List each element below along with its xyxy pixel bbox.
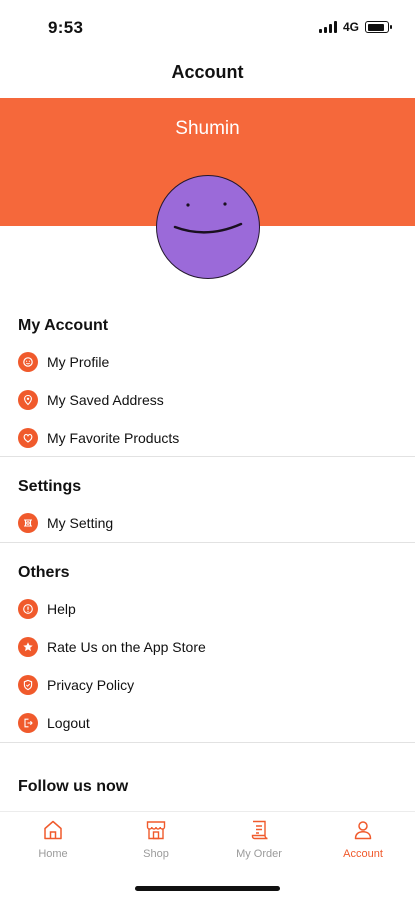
- menu-item-help[interactable]: Help: [18, 594, 398, 624]
- home-icon: [44, 820, 62, 840]
- settings-icon: [18, 513, 38, 533]
- menu-item-label: Help: [47, 601, 76, 617]
- section-title-follow-us: Follow us now: [18, 778, 129, 795]
- tab-label: Account: [343, 848, 383, 860]
- bottom-tab-bar: Home Shop My Order Account: [0, 811, 415, 900]
- logout-icon: [18, 713, 38, 733]
- account-icon: [354, 821, 372, 840]
- section-title-settings: Settings: [18, 478, 82, 495]
- menu-item-label: My Profile: [47, 354, 110, 370]
- menu-item-label: My Saved Address: [47, 392, 164, 408]
- help-icon: [18, 599, 38, 619]
- tab-label: My Order: [236, 848, 282, 860]
- location-pin-icon: [18, 390, 38, 410]
- smiley-face-icon: [173, 202, 243, 234]
- profile-icon: [18, 352, 38, 372]
- tab-shop[interactable]: Shop: [111, 818, 201, 860]
- menu-item-label: My Favorite Products: [47, 430, 180, 446]
- signal-icon: [318, 21, 337, 33]
- star-icon: [18, 637, 38, 657]
- tab-my-order[interactable]: My Order: [214, 818, 304, 860]
- tab-account[interactable]: Account: [318, 818, 408, 860]
- page-title: Account: [171, 62, 244, 82]
- menu-item-label: Logout: [47, 715, 90, 731]
- menu-item-logout[interactable]: Logout: [18, 708, 398, 738]
- status-time: 9:53: [48, 18, 84, 37]
- shop-icon: [146, 821, 166, 840]
- battery-icon: [365, 21, 392, 33]
- user-name: Shumin: [175, 118, 240, 139]
- menu-item-my-setting[interactable]: My Setting: [18, 508, 398, 538]
- avatar[interactable]: [156, 175, 260, 279]
- section-title-my-account: My Account: [18, 317, 109, 334]
- menu-item-favorite-products[interactable]: My Favorite Products: [18, 423, 398, 453]
- tab-home[interactable]: Home: [8, 818, 98, 860]
- menu-item-privacy-policy[interactable]: Privacy Policy: [18, 670, 398, 700]
- menu-item-label: Privacy Policy: [47, 677, 135, 693]
- battery-level: [367, 23, 384, 31]
- home-indicator[interactable]: [135, 886, 280, 891]
- heart-icon: [18, 428, 38, 448]
- menu-item-my-profile[interactable]: My Profile: [18, 347, 398, 377]
- tab-label: Shop: [143, 848, 169, 860]
- network-type: 4G: [342, 20, 359, 34]
- status-indicators: 4G: [318, 20, 392, 34]
- status-bar: 9:53 4G: [0, 0, 415, 56]
- order-icon: [251, 820, 268, 840]
- shield-icon: [18, 675, 38, 695]
- section-title-others: Others: [18, 564, 70, 581]
- section-divider: [0, 456, 415, 457]
- menu-item-rate-us[interactable]: Rate Us on the App Store: [18, 632, 398, 662]
- tab-label: Home: [38, 848, 68, 860]
- section-divider: [0, 742, 415, 743]
- menu-item-label: Rate Us on the App Store: [47, 639, 206, 655]
- menu-item-label: My Setting: [47, 515, 114, 531]
- section-divider: [0, 542, 415, 543]
- menu-item-saved-address[interactable]: My Saved Address: [18, 385, 398, 415]
